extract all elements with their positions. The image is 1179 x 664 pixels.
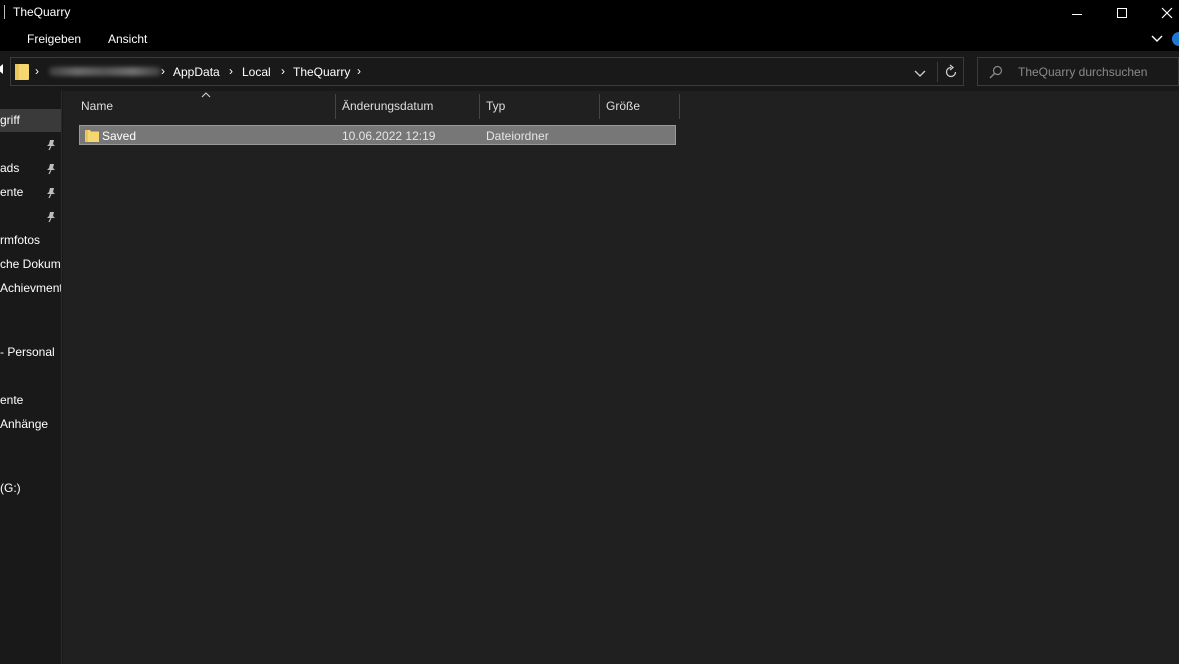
breadcrumb-separator[interactable]: › — [281, 64, 285, 78]
file-list: Name Änderungsdatum Typ Größe Saved 10.0… — [63, 91, 1179, 664]
column-divider[interactable] — [335, 94, 336, 119]
title-bar: TheQuarry — [0, 0, 1179, 26]
minimize-button[interactable] — [1054, 0, 1100, 26]
column-divider[interactable] — [599, 94, 600, 119]
breadcrumb-separator[interactable]: › — [357, 64, 361, 78]
breadcrumb-separator[interactable]: › — [35, 64, 39, 78]
search-input[interactable]: TheQuarry durchsuchen — [977, 57, 1179, 86]
breadcrumb-thequarry[interactable]: TheQuarry — [293, 65, 350, 79]
window-title: TheQuarry — [13, 5, 71, 19]
row-date: 10.06.2022 12:19 — [342, 129, 436, 143]
table-row[interactable]: Saved 10.06.2022 12:19 Dateiordner — [79, 125, 676, 145]
ribbon: Freigeben Ansicht — [0, 26, 1179, 51]
maximize-button[interactable] — [1099, 0, 1145, 26]
address-divider — [937, 62, 938, 82]
breadcrumb-separator[interactable]: › — [229, 64, 233, 78]
breadcrumb-hidden-user[interactable] — [49, 67, 161, 76]
sort-ascending-icon — [201, 92, 211, 98]
tab-freigeben[interactable]: Freigeben — [27, 32, 81, 46]
address-bar[interactable]: › › AppData › Local › TheQuarry › — [10, 57, 964, 86]
column-divider[interactable] — [479, 94, 480, 119]
sidebar-item[interactable]: - Personal — [0, 345, 55, 359]
column-header-size[interactable]: Größe — [606, 99, 640, 113]
folder-icon — [15, 64, 29, 80]
navigation-pane: griff ads ente rmfotos che Dokum Achievment - … — [0, 91, 62, 664]
sidebar-item[interactable]: ente — [0, 185, 23, 199]
sidebar-item[interactable]: ente — [0, 393, 23, 407]
folder-icon — [85, 130, 99, 142]
breadcrumb-appdata[interactable]: AppData — [173, 65, 220, 79]
chevron-down-icon[interactable] — [1150, 31, 1164, 45]
row-type: Dateiordner — [486, 129, 549, 143]
breadcrumb-separator[interactable]: › — [161, 64, 165, 78]
sidebar-item[interactable]: rmfotos — [0, 233, 40, 247]
tab-ansicht[interactable]: Ansicht — [108, 32, 147, 46]
search-placeholder: TheQuarry durchsuchen — [1018, 65, 1148, 79]
close-icon — [1161, 7, 1173, 19]
up-arrow-icon[interactable] — [0, 64, 5, 74]
column-header-type[interactable]: Typ — [486, 99, 505, 113]
sidebar-item[interactable]: (G:) — [0, 481, 21, 495]
sidebar-item[interactable]: Anhänge — [0, 417, 48, 431]
sidebar-item[interactable]: griff — [0, 113, 20, 127]
refresh-icon[interactable] — [943, 64, 959, 80]
search-icon — [989, 65, 1003, 79]
maximize-icon — [1117, 8, 1127, 18]
pin-icon — [47, 164, 55, 175]
sidebar-item[interactable]: ads — [0, 161, 19, 175]
sidebar-item[interactable]: che Dokum — [0, 257, 61, 271]
address-row: › › AppData › Local › TheQuarry › TheQua… — [0, 51, 1179, 91]
minimize-icon — [1072, 13, 1082, 15]
sidebar-item[interactable]: Achievment — [0, 281, 61, 295]
column-header-name[interactable]: Name — [81, 99, 113, 113]
breadcrumb-local[interactable]: Local — [242, 65, 271, 79]
title-separator — [4, 5, 5, 19]
column-header-date[interactable]: Änderungsdatum — [342, 99, 433, 113]
pin-icon — [47, 188, 55, 199]
pin-icon — [47, 140, 55, 151]
close-button[interactable] — [1144, 0, 1179, 26]
row-name: Saved — [102, 129, 137, 143]
column-divider[interactable] — [679, 94, 680, 119]
pin-icon — [47, 212, 55, 223]
help-icon[interactable] — [1172, 32, 1179, 46]
chevron-down-icon[interactable] — [913, 66, 927, 80]
